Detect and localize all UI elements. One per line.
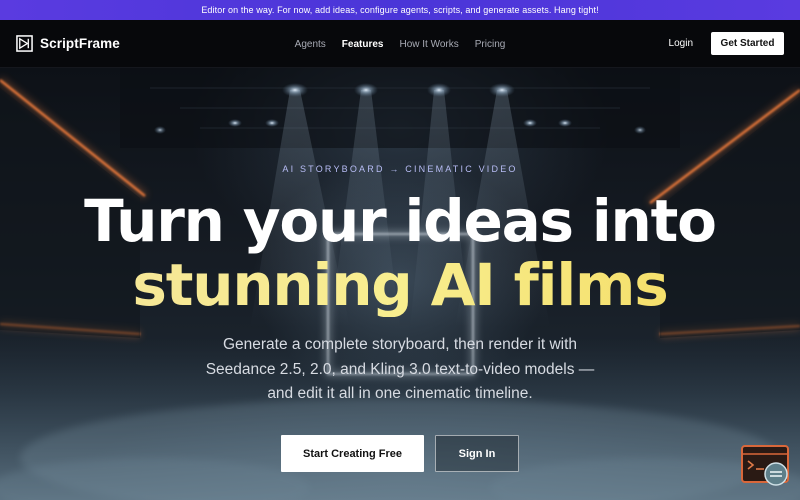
subtitle-line-1: Generate a complete storyboard, then ren… (222, 336, 578, 353)
brand-name: ScriptFrame (40, 36, 120, 51)
get-started-button[interactable]: Get Started (711, 32, 784, 55)
top-nav: ScriptFrame Agents Features How It Works… (0, 20, 800, 68)
terminal-chat-icon[interactable] (740, 444, 792, 488)
start-creating-button[interactable]: Start Creating Free (281, 435, 424, 472)
brand[interactable]: ScriptFrame (16, 35, 120, 52)
subtitle-line-3: and edit it all in one cinematic timelin… (267, 385, 533, 402)
nav-link-how-it-works[interactable]: How It Works (399, 39, 458, 50)
hero-section: AI STORYBOARD → CINEMATIC VIDEO Turn you… (0, 68, 800, 500)
nav-actions: Login Get Started (669, 32, 784, 55)
headline-line-2: stunning AI films (0, 253, 800, 317)
subtitle-line-2: Seedance 2.5, 2.0, and Kling 3.0 text-to… (205, 360, 595, 378)
nav-link-pricing[interactable]: Pricing (475, 39, 506, 50)
banner-text: Editor on the way. For now, add ideas, c… (201, 5, 599, 15)
hero-headline: Turn your ideas into stunning AI films (0, 189, 800, 317)
scriptframe-logo-icon (16, 35, 33, 52)
login-link[interactable]: Login (669, 38, 693, 49)
hero-eyebrow: AI STORYBOARD → CINEMATIC VIDEO (282, 164, 518, 174)
nav-link-features[interactable]: Features (342, 39, 384, 50)
announcement-banner: Editor on the way. For now, add ideas, c… (0, 0, 800, 20)
headline-line-1: Turn your ideas into (84, 187, 717, 255)
sign-in-button[interactable]: Sign In (435, 435, 519, 472)
nav-link-agents[interactable]: Agents (295, 39, 326, 50)
hero-subtitle: Generate a complete storyboard, then ren… (0, 333, 800, 407)
